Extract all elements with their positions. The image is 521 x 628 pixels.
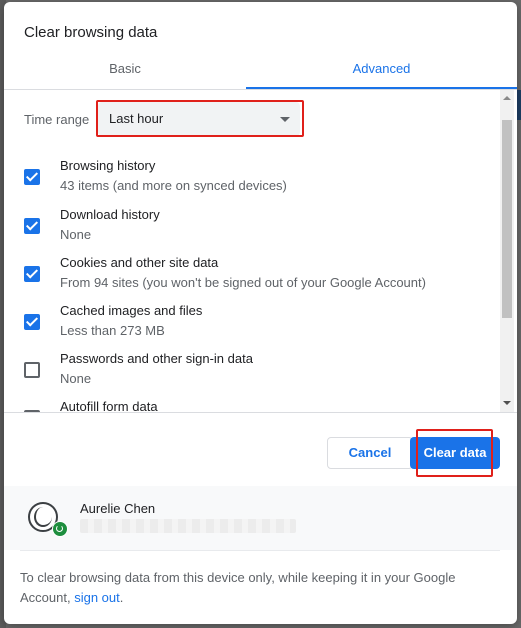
option-title: Passwords and other sign-in data [60,351,253,366]
options-scroll-area[interactable]: Time range Last hour Browsing history 43… [4,90,517,412]
checkbox-download-history[interactable] [24,218,40,234]
option-cookies[interactable]: Cookies and other site data From 94 site… [4,254,499,298]
dropdown-caret-icon [280,117,290,122]
clear-data-button[interactable]: Clear data [410,437,500,469]
tab-advanced[interactable]: Advanced [246,54,517,88]
account-section: Aurelie Chen [4,486,517,550]
tab-basic[interactable]: Basic [4,54,246,88]
footer-end: . [119,590,124,605]
checkbox-browsing-history[interactable] [24,169,40,185]
option-cached-images[interactable]: Cached images and files Less than 273 MB [4,302,499,346]
option-passwords[interactable]: Passwords and other sign-in data None [4,350,499,394]
option-subtitle: None [60,371,92,386]
option-subtitle: None [60,227,92,242]
account-name: Aurelie Chen [80,501,156,516]
time-range-value: Last hour [109,111,164,126]
scroll-up-arrow-icon[interactable] [503,96,511,100]
clear-browsing-data-dialog: Clear browsing data Basic Advanced Time … [4,2,517,624]
sign-out-link[interactable]: sign out [74,590,120,605]
avatar-icon [34,507,52,527]
option-autofill[interactable]: Autofill form data [4,398,499,412]
footer-note: To clear browsing data from this device … [20,568,480,608]
sync-icon [52,521,68,537]
option-subtitle: Less than 273 MB [60,323,165,338]
content-divider [4,412,517,413]
option-title: Cached images and files [60,303,203,318]
scroll-down-arrow-icon[interactable] [503,401,511,405]
option-download-history[interactable]: Download history None [4,206,499,250]
time-range-label: Time range [24,112,90,127]
cancel-button[interactable]: Cancel [327,437,413,469]
scrollbar-thumb[interactable] [502,120,512,318]
option-subtitle: From 94 sites (you won't be signed out o… [60,275,426,290]
dialog-title: Clear browsing data [24,24,158,41]
account-email-redacted [80,519,296,533]
option-browsing-history[interactable]: Browsing history 43 items (and more on s… [4,157,499,201]
checkbox-passwords[interactable] [24,362,40,378]
time-range-select[interactable]: Last hour [98,102,300,136]
option-title: Autofill form data [60,399,158,412]
option-title: Browsing history [60,158,156,173]
tab-bar: Basic Advanced [4,54,517,90]
checkbox-cookies[interactable] [24,266,40,282]
option-title: Cookies and other site data [60,255,219,270]
checkbox-cached-images[interactable] [24,314,40,330]
account-divider [20,550,500,551]
option-title: Download history [60,207,160,222]
option-subtitle: 43 items (and more on synced devices) [60,178,287,193]
